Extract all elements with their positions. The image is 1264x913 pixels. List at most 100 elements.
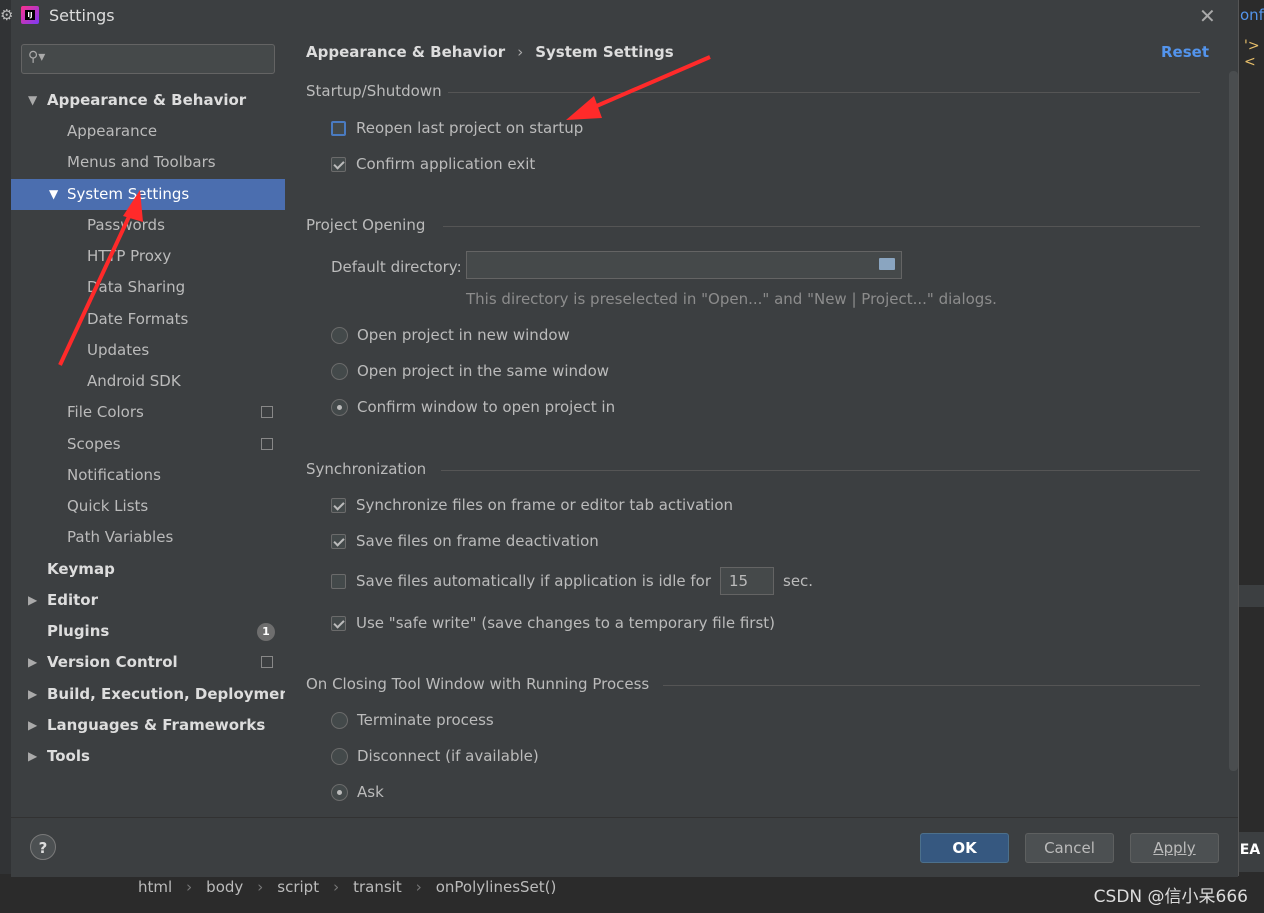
sidebar-item-version-control[interactable]: ▶ Version Control — [11, 647, 285, 678]
checkbox-box[interactable] — [331, 156, 346, 172]
checkbox-box[interactable] — [331, 573, 346, 589]
idle-seconds-input[interactable]: 15 — [720, 567, 774, 595]
close-icon[interactable]: ✕ — [1199, 4, 1216, 28]
radio-button[interactable] — [331, 362, 348, 380]
editor-side-panel — [1238, 585, 1264, 607]
breadcrumb-separator: › — [257, 878, 264, 896]
confirm-exit-checkbox[interactable]: Confirm application exit — [331, 155, 535, 173]
section-divider — [663, 685, 1200, 686]
radio-label: Confirm window to open project in — [357, 398, 616, 416]
section-title-project-opening: Project Opening — [306, 216, 426, 234]
sidebar-item-plugins[interactable]: Plugins 1 — [11, 616, 285, 647]
editor-background — [1238, 0, 1264, 913]
breadcrumb-script[interactable]: script — [277, 878, 319, 896]
checkbox-label: Save files automatically if application … — [356, 572, 711, 590]
sidebar-item-menus-toolbars[interactable]: Menus and Toolbars — [11, 147, 285, 178]
sidebar-item-notifications[interactable]: Notifications — [11, 460, 285, 491]
default-directory-label: Default directory: — [331, 258, 462, 276]
directory-hint: This directory is preselected in "Open..… — [466, 290, 997, 308]
sidebar-item-date-formats[interactable]: Date Formats — [11, 304, 285, 335]
sidebar-item-build-execution-deployment[interactable]: ▶ Build, Execution, Deployment — [11, 679, 297, 710]
folder-icon[interactable] — [879, 258, 895, 270]
section-divider — [441, 470, 1200, 471]
collapse-arrow-icon[interactable]: ▶ — [28, 710, 37, 741]
editor-code-fragment: '>< — [1244, 38, 1260, 70]
open-new-window-radio[interactable]: Open project in new window — [331, 326, 570, 344]
reopen-last-project-checkbox[interactable]: Reopen last project on startup — [331, 119, 583, 137]
open-same-window-radio[interactable]: Open project in the same window — [331, 362, 609, 380]
checkbox-label: Reopen last project on startup — [356, 119, 584, 137]
save-on-deactivation-checkbox[interactable]: Save files on frame deactivation — [331, 532, 599, 550]
settings-sidebar: ⚲▾ ▼ Appearance & Behavior Appearance Me… — [11, 31, 297, 817]
sidebar-item-data-sharing[interactable]: Data Sharing — [11, 272, 285, 303]
breadcrumb-separator: › — [333, 878, 340, 896]
cancel-button[interactable]: Cancel — [1025, 833, 1114, 863]
sidebar-item-file-colors[interactable]: File Colors — [11, 397, 285, 428]
collapse-arrow-icon[interactable]: ▶ — [28, 741, 37, 772]
editor-panel-label: EA — [1236, 832, 1264, 872]
terminate-process-radio[interactable]: Terminate process — [331, 711, 494, 729]
checkbox-box[interactable] — [331, 533, 346, 549]
confirm-window-radio[interactable]: Confirm window to open project in — [331, 398, 615, 416]
checkbox-box[interactable] — [331, 497, 346, 513]
ok-button[interactable]: OK — [920, 833, 1009, 863]
editor-gutter — [0, 0, 11, 913]
help-button[interactable]: ? — [30, 834, 56, 860]
radio-button[interactable] — [331, 783, 348, 801]
breadcrumb-function[interactable]: onPolylinesSet() — [436, 878, 557, 896]
ask-radio[interactable]: Ask — [331, 783, 384, 801]
radio-button[interactable] — [331, 326, 348, 344]
sidebar-item-path-variables[interactable]: Path Variables — [11, 522, 285, 553]
sidebar-item-passwords[interactable]: Passwords — [11, 210, 285, 241]
collapse-arrow-icon[interactable]: ▶ — [28, 585, 37, 616]
sidebar-item-tools[interactable]: ▶ Tools — [11, 741, 285, 772]
sidebar-item-updates[interactable]: Updates — [11, 335, 285, 366]
disconnect-radio[interactable]: Disconnect (if available) — [331, 747, 539, 765]
default-directory-field[interactable] — [466, 251, 902, 279]
gear-icon: ⚙ — [0, 6, 14, 24]
collapse-arrow-icon[interactable]: ▶ — [28, 647, 37, 678]
sidebar-item-editor[interactable]: ▶ Editor — [11, 585, 285, 616]
project-level-icon — [261, 656, 273, 668]
sidebar-item-system-settings[interactable]: ▼ System Settings — [11, 179, 285, 210]
search-input[interactable]: ⚲▾ — [21, 44, 275, 74]
safe-write-checkbox[interactable]: Use "safe write" (save changes to a temp… — [331, 614, 775, 632]
sidebar-item-scopes[interactable]: Scopes — [11, 429, 285, 460]
window-title: Settings — [49, 6, 115, 25]
section-title-startup: Startup/Shutdown — [306, 82, 442, 100]
apply-button[interactable]: Apply — [1130, 833, 1219, 863]
radio-button[interactable] — [331, 747, 348, 765]
breadcrumb-body[interactable]: body — [206, 878, 243, 896]
intellij-logo-icon: IJ — [21, 6, 39, 24]
project-level-icon — [261, 406, 273, 418]
sidebar-item-appearance-behavior[interactable]: ▼ Appearance & Behavior — [11, 85, 285, 116]
save-when-idle-checkbox[interactable]: Save files automatically if application … — [331, 567, 813, 595]
radio-label: Ask — [357, 783, 384, 801]
checkbox-label: Use "safe write" (save changes to a temp… — [356, 614, 776, 632]
expand-arrow-icon[interactable]: ▼ — [49, 179, 58, 210]
collapse-arrow-icon[interactable]: ▶ — [28, 679, 37, 710]
breadcrumb-separator: › — [186, 878, 193, 896]
sync-files-checkbox[interactable]: Synchronize files on frame or editor tab… — [331, 496, 733, 514]
expand-arrow-icon[interactable]: ▼ — [28, 85, 37, 116]
editor-text-fragment: onf — [1240, 6, 1264, 24]
sidebar-item-http-proxy[interactable]: HTTP Proxy — [11, 241, 285, 272]
radio-button[interactable] — [331, 711, 348, 729]
sidebar-item-android-sdk[interactable]: Android SDK — [11, 366, 285, 397]
sidebar-item-languages-frameworks[interactable]: ▶ Languages & Frameworks — [11, 710, 285, 741]
breadcrumb-transit[interactable]: transit — [353, 878, 402, 896]
search-icon: ⚲▾ — [28, 49, 46, 65]
checkbox-box[interactable] — [331, 120, 346, 136]
checkbox-box[interactable] — [331, 615, 346, 631]
reset-link[interactable]: Reset — [1161, 43, 1209, 61]
radio-button[interactable] — [331, 398, 348, 416]
settings-dialog: ⚙ IJ Settings ✕ ⚲▾ ▼ Appearance & Behavi… — [0, 0, 1239, 877]
vertical-scrollbar[interactable] — [1229, 71, 1238, 771]
checkbox-label: Synchronize files on frame or editor tab… — [356, 496, 734, 514]
sidebar-item-appearance[interactable]: Appearance — [11, 116, 285, 147]
sidebar-item-keymap[interactable]: Keymap — [11, 554, 285, 585]
sidebar-item-quick-lists[interactable]: Quick Lists — [11, 491, 285, 522]
breadcrumb-html[interactable]: html — [138, 878, 172, 896]
section-divider — [448, 92, 1200, 93]
breadcrumb-separator: › — [415, 878, 422, 896]
